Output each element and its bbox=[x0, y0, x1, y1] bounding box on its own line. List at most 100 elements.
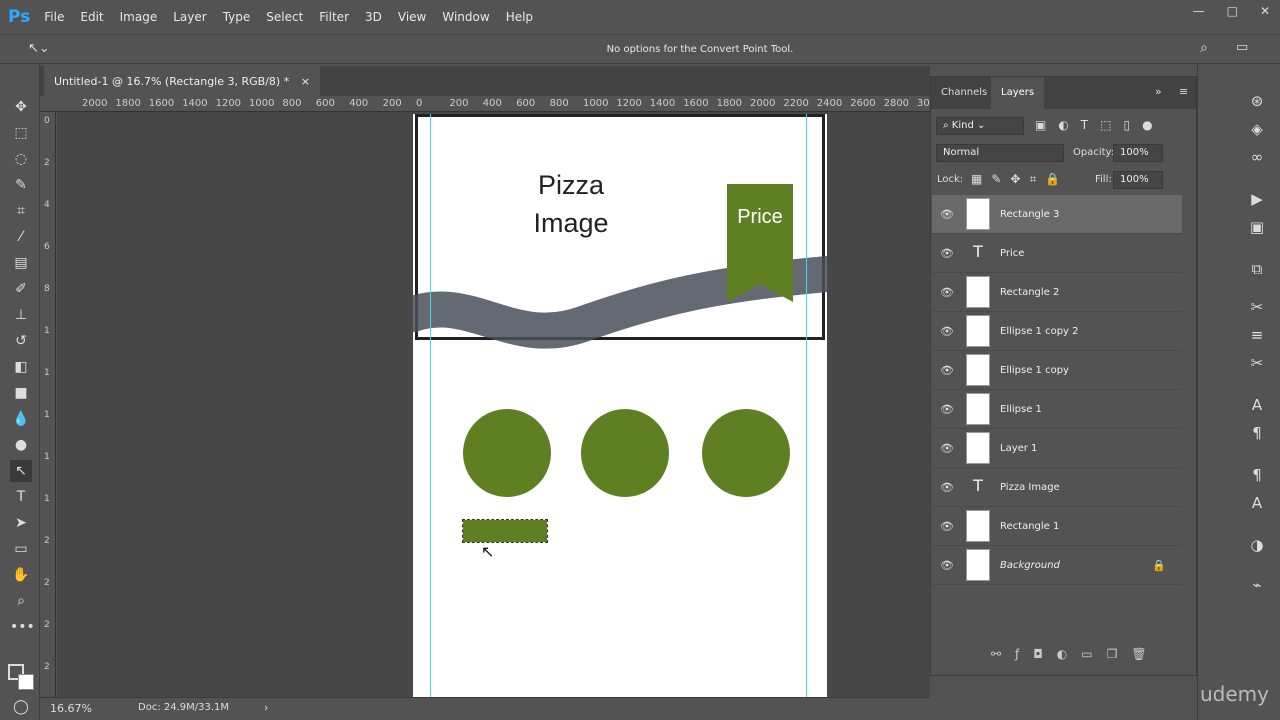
stamp-tool-icon[interactable]: ⊥ bbox=[10, 304, 32, 326]
visibility-eye-icon[interactable]: 👁 bbox=[932, 325, 962, 338]
path-select-icon[interactable]: ➤ bbox=[10, 512, 32, 534]
eraser-icon[interactable]: ◧ bbox=[10, 356, 32, 378]
styles-icon[interactable]: A bbox=[1246, 494, 1268, 512]
tab-channels[interactable]: Channels bbox=[931, 77, 997, 109]
gradient-icon[interactable]: ■ bbox=[10, 382, 32, 404]
dodge-icon[interactable]: ● bbox=[10, 434, 32, 456]
menu-image[interactable]: Image bbox=[120, 10, 158, 24]
glyphs-icon[interactable]: ¶ bbox=[1246, 466, 1268, 484]
layer-row[interactable]: 👁 Layer 1 bbox=[932, 429, 1182, 468]
fill-input[interactable]: 100% bbox=[1113, 171, 1163, 189]
visibility-eye-icon[interactable]: 👁 bbox=[932, 403, 962, 416]
background-color-swatch[interactable] bbox=[18, 674, 34, 690]
search-icon[interactable]: ⌕ bbox=[1200, 40, 1208, 56]
menu-help[interactable]: Help bbox=[506, 10, 533, 24]
lock-icons[interactable]: ▦✎✥⌗🔒 bbox=[971, 172, 1069, 187]
maximize-button[interactable]: □ bbox=[1227, 4, 1238, 18]
layer-thumbnail bbox=[966, 549, 990, 581]
visibility-eye-icon[interactable]: 👁 bbox=[932, 442, 962, 455]
menu-window[interactable]: Window bbox=[442, 10, 489, 24]
adjustments-icon[interactable]: ≡ bbox=[1246, 326, 1268, 344]
properties-icon[interactable]: ▣ bbox=[1246, 218, 1268, 236]
zoom-level[interactable]: 16.67% bbox=[50, 702, 92, 715]
menu-select[interactable]: Select bbox=[266, 10, 303, 24]
pen-tool-icon[interactable]: ↖ bbox=[10, 460, 32, 482]
rectangle-tool-icon[interactable]: ▭ bbox=[10, 538, 32, 560]
document-canvas[interactable]: Pizza Image Price ↖ bbox=[413, 114, 827, 697]
crop-tool-icon[interactable]: ⌗ bbox=[10, 200, 32, 222]
marquee-tool-icon[interactable]: ⬚ bbox=[10, 122, 32, 144]
lock-label: Lock: bbox=[937, 174, 964, 185]
paragraph-icon[interactable]: ¶ bbox=[1246, 424, 1268, 442]
guide-right[interactable] bbox=[806, 114, 807, 697]
visibility-eye-icon[interactable]: 👁 bbox=[932, 286, 962, 299]
libraries-icon[interactable]: ⊛ bbox=[1246, 92, 1268, 110]
panel-menu-icon[interactable]: ≡ bbox=[1179, 85, 1188, 98]
layer-row[interactable]: 👁 Rectangle 2 bbox=[932, 273, 1182, 312]
tools-icon[interactable]: ✂ bbox=[1246, 354, 1268, 372]
type-tool-icon[interactable]: T bbox=[10, 486, 32, 508]
menu-type[interactable]: Type bbox=[223, 10, 251, 24]
menu-edit[interactable]: Edit bbox=[80, 10, 103, 24]
brush-settings-icon[interactable]: ✂ bbox=[1246, 298, 1268, 316]
filter-kind-select[interactable]: ⌕ Kind ⌄ bbox=[936, 117, 1024, 135]
ruler-tick: 400 bbox=[482, 98, 502, 109]
layer-row[interactable]: 👁 Rectangle 1 bbox=[932, 507, 1182, 546]
layer-row[interactable]: 👁 Background 🔒 bbox=[932, 546, 1182, 585]
filter-icons[interactable]: ▣◐T⬚▯● bbox=[1035, 118, 1165, 132]
layer-thumbnail bbox=[966, 432, 990, 464]
paths-icon[interactable]: ⌁ bbox=[1246, 576, 1268, 594]
visibility-eye-icon[interactable]: 👁 bbox=[932, 559, 962, 572]
close-tab-button[interactable]: × bbox=[301, 75, 310, 88]
layer-row[interactable]: 👁 Rectangle 3 bbox=[932, 195, 1182, 234]
close-window-button[interactable]: ✕ bbox=[1260, 4, 1270, 18]
menu-filter[interactable]: Filter bbox=[319, 10, 349, 24]
visibility-eye-icon[interactable]: 👁 bbox=[932, 208, 962, 221]
minimize-button[interactable]: — bbox=[1193, 4, 1205, 18]
visibility-eye-icon[interactable]: 👁 bbox=[932, 481, 962, 494]
opacity-input[interactable]: 100% bbox=[1113, 144, 1163, 162]
move-tool-icon[interactable]: ✥ bbox=[10, 96, 32, 118]
blur-icon[interactable]: 💧 bbox=[10, 408, 32, 430]
cc-icon[interactable]: ∞ bbox=[1246, 148, 1268, 166]
visibility-eye-icon[interactable]: 👁 bbox=[932, 520, 962, 533]
zoom-tool-icon[interactable]: ⌕ bbox=[10, 590, 32, 612]
layer-row[interactable]: 👁 Ellipse 1 copy 2 bbox=[932, 312, 1182, 351]
collapse-icon[interactable]: » bbox=[1155, 85, 1162, 98]
actions-icon[interactable]: ▶ bbox=[1246, 190, 1268, 208]
layer-row[interactable]: 👁 T Price bbox=[932, 234, 1182, 273]
more-tools-icon[interactable]: ••• bbox=[10, 616, 35, 638]
hand-tool-icon[interactable]: ✋ bbox=[10, 564, 32, 586]
menu-3d[interactable]: 3D bbox=[365, 10, 382, 24]
menu-layer[interactable]: Layer bbox=[173, 10, 206, 24]
visibility-eye-icon[interactable]: 👁 bbox=[932, 247, 962, 260]
layer-row[interactable]: 👁 Ellipse 1 copy bbox=[932, 351, 1182, 390]
eyedropper-icon[interactable]: ⁄ bbox=[10, 226, 32, 248]
visibility-eye-icon[interactable]: 👁 bbox=[932, 364, 962, 377]
layer-row[interactable]: 👁 T Pizza Image bbox=[932, 468, 1182, 507]
transform-icon[interactable]: ⧉ bbox=[1246, 260, 1268, 278]
canvas-area[interactable]: Pizza Image Price ↖ bbox=[57, 112, 930, 697]
document-tab[interactable]: Untitled-1 @ 16.7% (Rectangle 3, RGB/8) … bbox=[44, 66, 320, 96]
color-icon[interactable]: ◑ bbox=[1246, 536, 1268, 554]
menu-file[interactable]: File bbox=[44, 10, 64, 24]
workspace-icon[interactable]: ▭ bbox=[1236, 40, 1248, 55]
status-menu-arrow[interactable]: › bbox=[264, 701, 268, 714]
layers-footer[interactable]: ⚯ƒ◘◐▭❐🗑 bbox=[991, 647, 1161, 661]
tab-layers[interactable]: Layers bbox=[991, 77, 1045, 109]
brush-tool-icon[interactable]: ✐ bbox=[10, 278, 32, 300]
blend-mode-select[interactable]: Normal bbox=[936, 144, 1064, 162]
layer-row[interactable]: 👁 Ellipse 1 bbox=[932, 390, 1182, 429]
character-icon[interactable]: A bbox=[1246, 396, 1268, 414]
quick-select-icon[interactable]: ✎ bbox=[10, 174, 32, 196]
menu-view[interactable]: View bbox=[398, 10, 426, 24]
lasso-tool-icon[interactable]: ◌ bbox=[10, 148, 32, 170]
quick-mask-icon[interactable]: ◯ bbox=[10, 696, 32, 718]
ruler-tick: 1800 bbox=[115, 98, 141, 109]
rectangle-3-selected[interactable] bbox=[462, 519, 548, 543]
layers-panel-icon[interactable]: ◈ bbox=[1246, 120, 1268, 138]
guide-left[interactable] bbox=[430, 114, 431, 697]
healing-brush-icon[interactable]: ▤ bbox=[10, 252, 32, 274]
ruler-tick: 4 bbox=[44, 200, 50, 210]
history-brush-icon[interactable]: ↺ bbox=[10, 330, 32, 352]
